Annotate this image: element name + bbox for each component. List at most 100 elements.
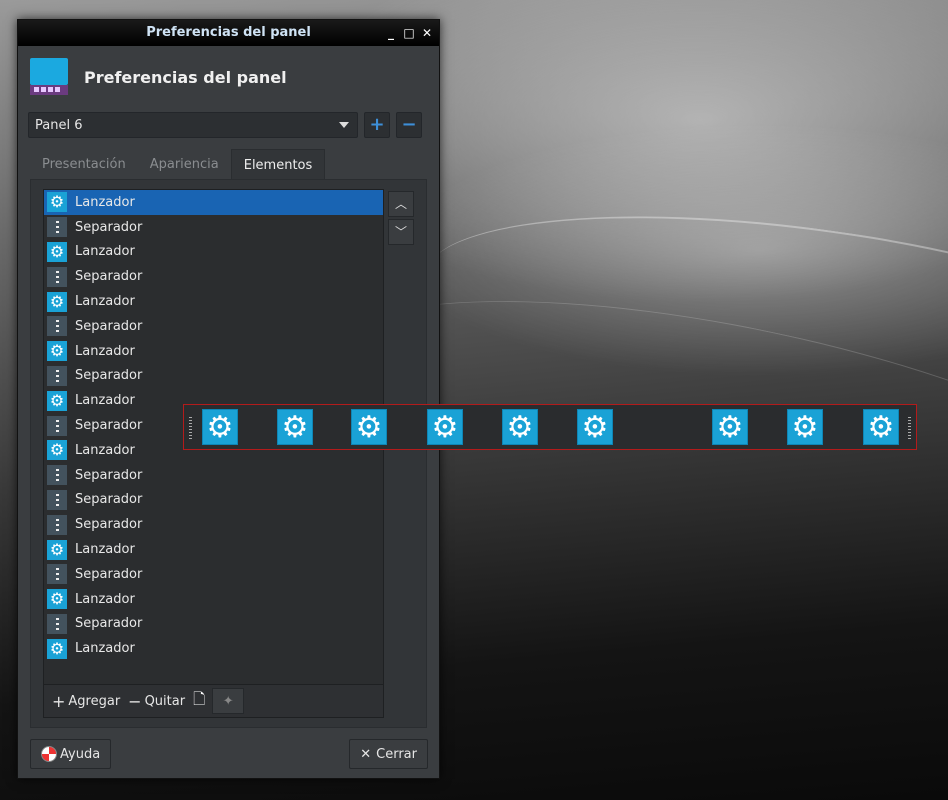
separator-icon: [47, 613, 67, 634]
list-item-label: Separador: [75, 616, 143, 632]
list-item-label: Lanzador: [75, 641, 135, 657]
list-item-label: Separador: [75, 219, 143, 235]
list-item-label: Lanzador: [75, 591, 135, 607]
launcher-gear-icon[interactable]: ⚙: [351, 409, 387, 445]
minimize-icon[interactable]: _: [385, 20, 397, 46]
list-item[interactable]: ⚙ Lanzador: [44, 587, 383, 612]
list-item[interactable]: Separador: [44, 215, 383, 240]
list-item-label: Lanzador: [75, 393, 135, 409]
move-up-button[interactable]: ︿: [388, 191, 414, 217]
launcher-gear-icon[interactable]: ⚙: [863, 409, 899, 445]
launcher-gear-icon[interactable]: ⚙: [577, 409, 613, 445]
launcher-gear-icon[interactable]: ⚙: [277, 409, 313, 445]
list-item-label: Separador: [75, 492, 143, 508]
separator-icon: [47, 514, 67, 535]
move-down-button[interactable]: ﹀: [388, 219, 414, 245]
window-title: Preferencias del panel: [146, 25, 311, 40]
list-item-label: Lanzador: [75, 294, 135, 310]
launcher-gear-icon[interactable]: ⚙: [712, 409, 748, 445]
reorder-buttons: ︿ ﹀: [388, 191, 414, 247]
list-item[interactable]: ⚙ Lanzador: [44, 537, 383, 562]
panel-preferences-icon: [30, 58, 68, 96]
tab-bar: Presentación Apariencia Elementos: [30, 149, 326, 180]
list-item[interactable]: Separador: [44, 488, 383, 513]
list-item-label: Separador: [75, 467, 143, 483]
launcher-gear-icon[interactable]: ⚙: [202, 409, 238, 445]
list-item[interactable]: Separador: [44, 463, 383, 488]
plus-icon: +: [52, 691, 66, 711]
launcher-gear-icon: ⚙: [47, 638, 67, 659]
list-item-label: Separador: [75, 269, 143, 285]
list-item-label: Separador: [75, 517, 143, 533]
item-properties-button[interactable]: 🗋: [189, 689, 209, 713]
separator-icon: [47, 465, 67, 486]
drag-handle-left[interactable]: [189, 417, 192, 439]
launcher-gear-icon: ⚙: [47, 341, 67, 362]
items-list[interactable]: ⚙ Lanzador Separador ⚙ Lanzador Separador ⚙ Lan…: [43, 189, 384, 718]
close-icon[interactable]: ✕: [421, 20, 433, 46]
list-item[interactable]: Separador: [44, 512, 383, 537]
launcher-gear-icon: ⚙: [47, 192, 67, 213]
list-item[interactable]: ⚙ Lanzador: [44, 289, 383, 314]
help-button[interactable]: Ayuda: [30, 739, 112, 769]
launcher-gear-icon[interactable]: ⚙: [787, 409, 823, 445]
separator-icon: [47, 365, 67, 386]
list-item-label: Lanzador: [75, 343, 135, 359]
list-item[interactable]: ⚙ Lanzador: [44, 636, 383, 661]
list-item-label: Separador: [75, 566, 143, 582]
launcher-gear-icon: ⚙: [47, 390, 67, 411]
launcher-gear-icon: ⚙: [47, 291, 67, 312]
remove-panel-button[interactable]: −: [396, 112, 422, 138]
launcher-gear-icon: ⚙: [47, 539, 67, 560]
close-x-icon: ✕: [360, 746, 372, 762]
list-item[interactable]: Separador: [44, 364, 383, 389]
minus-icon: −: [128, 691, 142, 711]
dialog-header: Preferencias del panel: [18, 46, 439, 108]
list-item-label: Separador: [75, 418, 143, 434]
close-button[interactable]: ✕ Cerrar: [349, 739, 428, 769]
list-item-label: Lanzador: [75, 442, 135, 458]
tab-apariencia[interactable]: Apariencia: [138, 149, 231, 180]
maximize-icon[interactable]: □: [403, 20, 415, 46]
tab-presentacion[interactable]: Presentación: [30, 149, 138, 180]
list-item[interactable]: Separador: [44, 314, 383, 339]
preferences-window: Preferencias del panel _ □ ✕ Preferencia…: [17, 19, 440, 779]
panel-select-value: Panel 6: [35, 117, 83, 133]
lifebuoy-icon: [41, 746, 57, 762]
launcher-gear-icon[interactable]: ⚙: [427, 409, 463, 445]
launcher-gear-icon: ⚙: [47, 589, 67, 610]
launcher-gear-icon: ⚙: [47, 241, 67, 262]
panel-6: ⚙ ⚙ ⚙ ⚙ ⚙ ⚙ ⚙ ⚙ ⚙: [183, 404, 917, 450]
separator-icon: [47, 415, 67, 436]
separator-icon: [47, 564, 67, 585]
title-bar[interactable]: Preferencias del panel _ □ ✕: [18, 20, 439, 46]
panel-select[interactable]: Panel 6: [28, 112, 358, 138]
launcher-gear-icon[interactable]: ⚙: [502, 409, 538, 445]
add-panel-button[interactable]: +: [364, 112, 390, 138]
add-item-button[interactable]: + Agregar: [48, 689, 124, 713]
drag-handle-right[interactable]: [908, 417, 911, 439]
separator-icon: [47, 489, 67, 510]
list-item-label: Lanzador: [75, 542, 135, 558]
list-item[interactable]: Separador: [44, 612, 383, 637]
list-item[interactable]: Separador: [44, 264, 383, 289]
separator-icon: [47, 266, 67, 287]
separator-icon: [47, 316, 67, 337]
list-item-label: Lanzador: [75, 194, 135, 210]
list-item-label: Lanzador: [75, 244, 135, 260]
launcher-gear-icon: ⚙: [47, 440, 67, 461]
list-item-label: Separador: [75, 368, 143, 384]
remove-item-button[interactable]: − Quitar: [124, 689, 189, 713]
list-item[interactable]: ⚙ Lanzador: [44, 339, 383, 364]
list-toolbar: + Agregar − Quitar 🗋 ✦: [44, 684, 383, 717]
tab-elementos[interactable]: Elementos: [230, 149, 326, 180]
elementos-tab-pane: ⚙ Lanzador Separador ⚙ Lanzador Separador ⚙ Lan…: [30, 179, 427, 728]
list-item[interactable]: Separador: [44, 562, 383, 587]
separator-icon: [47, 217, 67, 238]
list-item[interactable]: ⚙ Lanzador: [44, 190, 383, 215]
panel-selector-row: Panel 6 + −: [28, 112, 422, 138]
list-item[interactable]: ⚙ Lanzador: [44, 240, 383, 265]
chevron-down-icon: [339, 122, 349, 128]
item-about-button[interactable]: ✦: [212, 688, 245, 714]
page-title: Preferencias del panel: [84, 67, 287, 87]
